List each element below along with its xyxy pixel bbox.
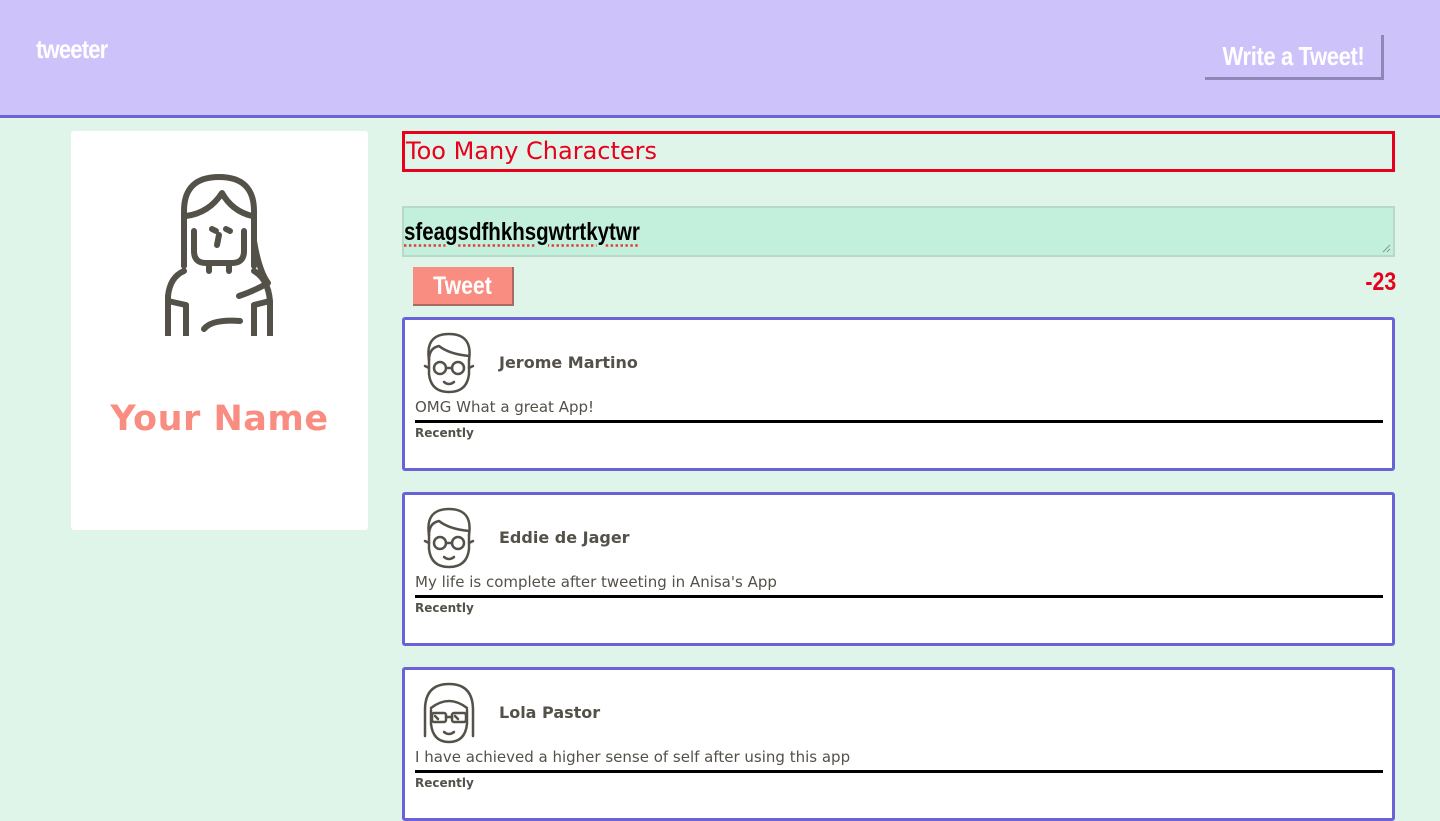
- tweet-timestamp: Recently: [415, 776, 474, 790]
- tweet-author[interactable]: Eddie de Jager: [499, 528, 630, 547]
- tweet-submit-button[interactable]: Tweet: [413, 267, 514, 306]
- tweet-author[interactable]: Jerome Martino: [499, 353, 638, 372]
- tweet-text-value: sfeagsdfhkhsgwtrtkytwr: [404, 218, 640, 247]
- write-tweet-label: Write a Tweet!: [1222, 35, 1364, 77]
- tweet-card: Eddie de Jager My life is complete after…: [402, 492, 1395, 646]
- tweet-textarea[interactable]: sfeagsdfhkhsgwtrtkytwr: [402, 206, 1395, 257]
- tweet-content: I have achieved a higher sense of self a…: [415, 748, 850, 766]
- tweet-card: Jerome Martino OMG What a great App! Rec…: [402, 317, 1395, 471]
- divider: [415, 420, 1383, 423]
- resize-grip-icon[interactable]: [1382, 244, 1391, 253]
- tweet-timestamp: Recently: [415, 601, 474, 615]
- male-glasses-avatar-icon: [419, 505, 479, 571]
- profile-name: Your Name: [71, 399, 368, 439]
- tweet-card: Lola Pastor I have achieved a higher sen…: [402, 667, 1395, 821]
- tweet-timestamp: Recently: [415, 426, 474, 440]
- tweet-content: OMG What a great App!: [415, 398, 594, 416]
- brand-logo[interactable]: tweeter: [36, 34, 107, 65]
- profile-card: Your Name: [71, 131, 368, 530]
- male-glasses-avatar-icon: [419, 330, 479, 396]
- write-tweet-button[interactable]: Write a Tweet!: [1205, 35, 1384, 80]
- tweet-submit-label: Tweet: [433, 267, 492, 305]
- tweet-author[interactable]: Lola Pastor: [499, 703, 600, 722]
- char-counter: -23: [1340, 268, 1396, 297]
- female-user-icon: [164, 171, 274, 336]
- tweet-content: My life is complete after tweeting in An…: [415, 573, 777, 591]
- divider: [415, 595, 1383, 598]
- divider: [415, 770, 1383, 773]
- char-counter-value: -23: [1365, 268, 1396, 297]
- top-nav: tweeter Write a Tweet!: [0, 0, 1440, 118]
- error-message: Too Many Characters: [402, 131, 1395, 172]
- female-sunglasses-avatar-icon: [419, 680, 479, 746]
